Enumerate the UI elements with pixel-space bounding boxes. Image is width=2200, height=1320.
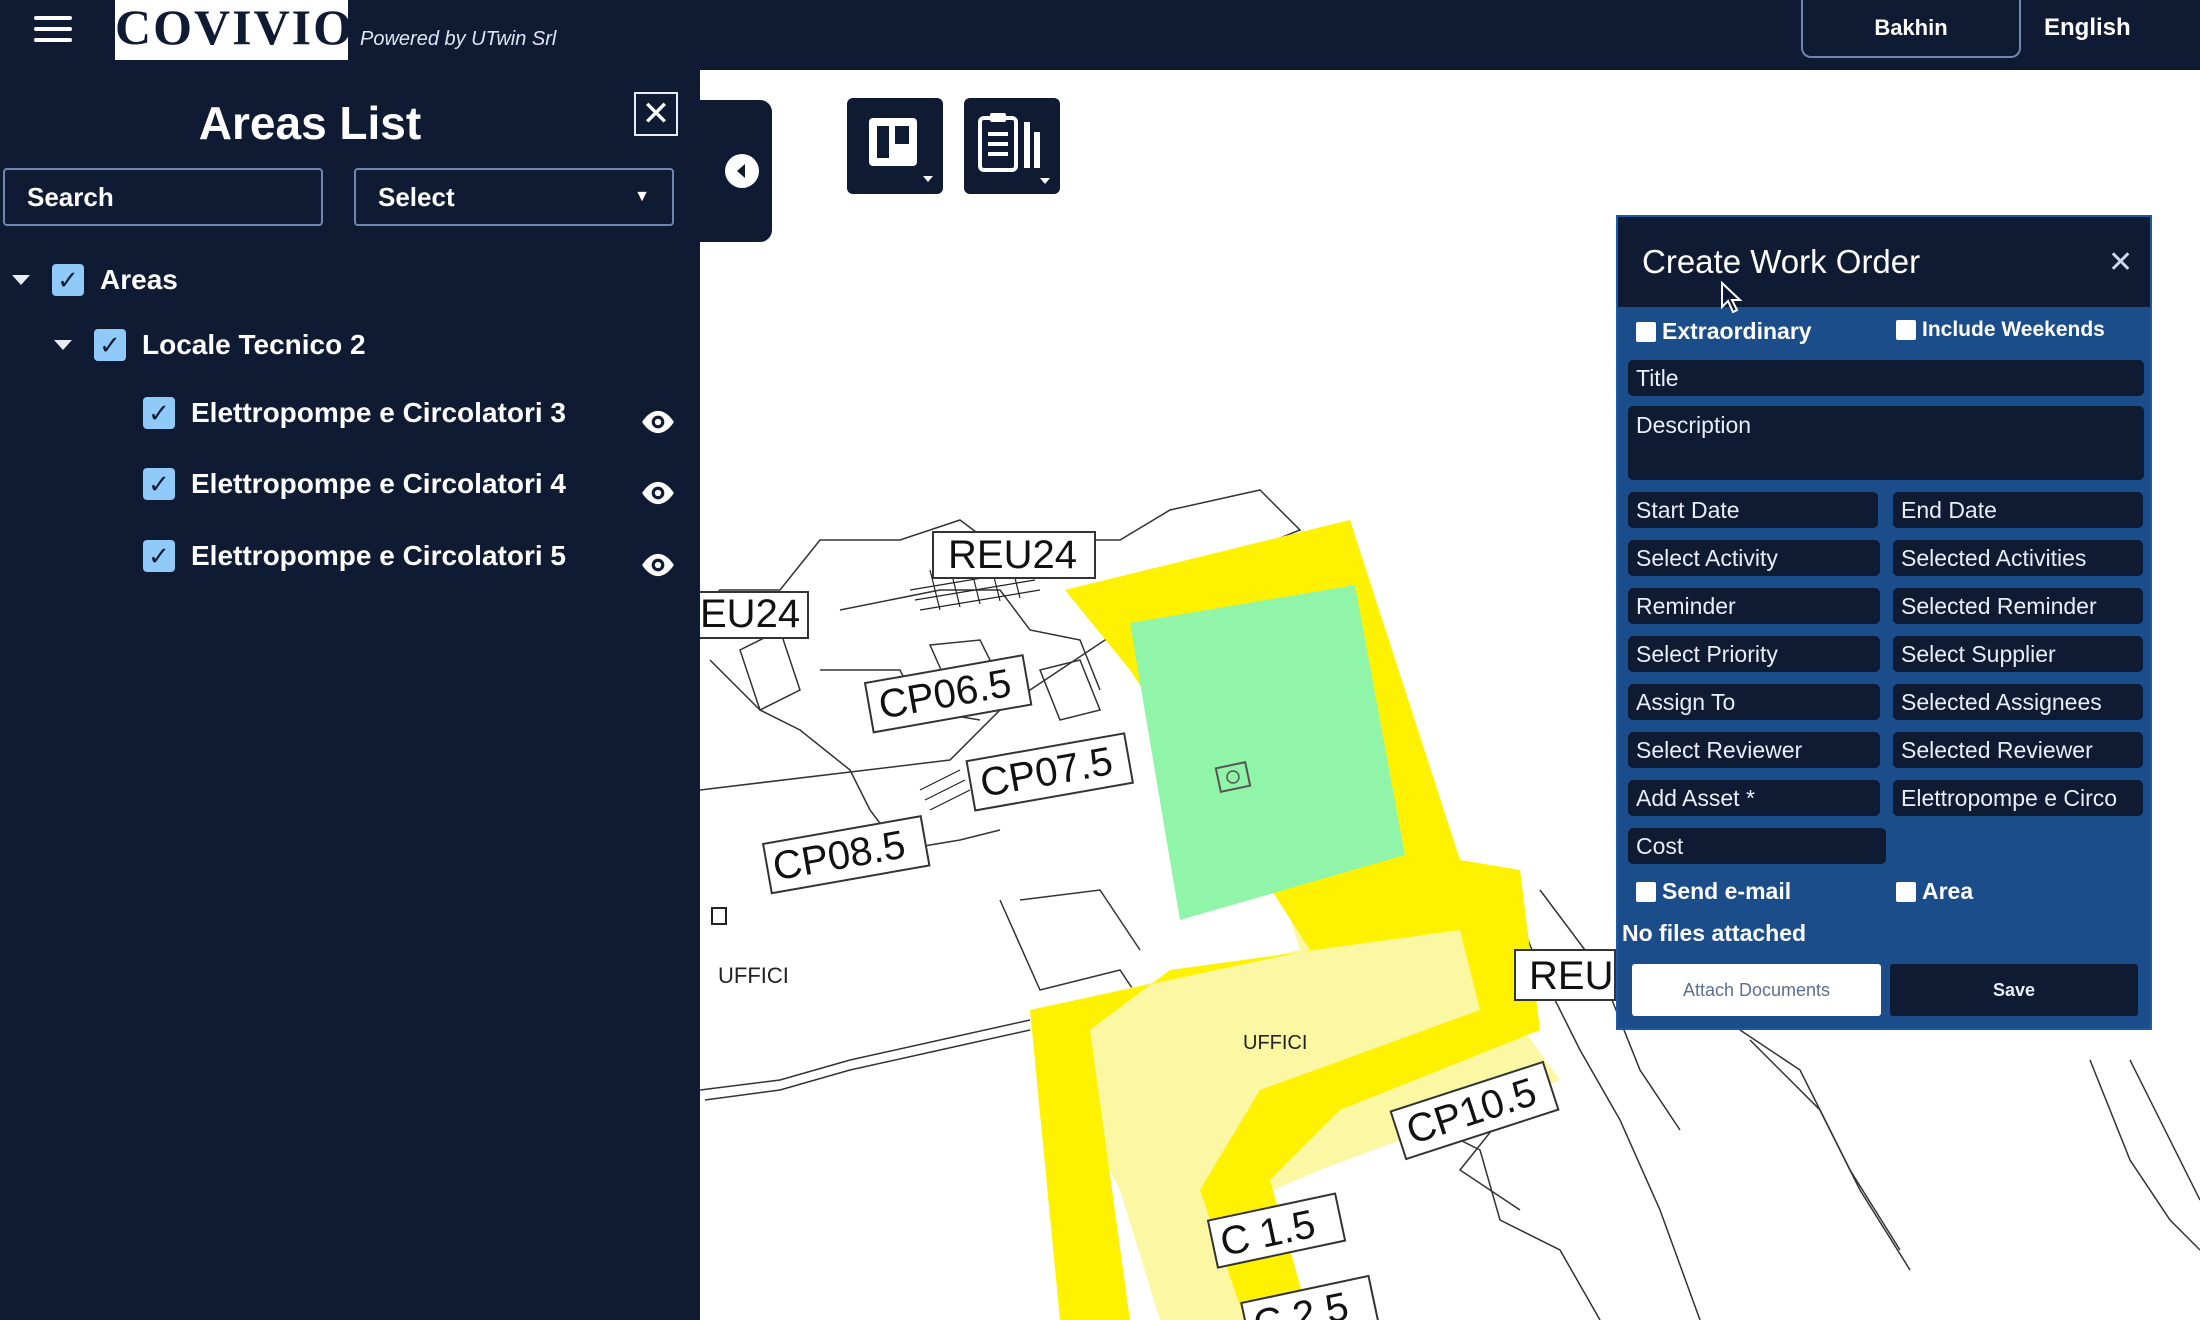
map-label-reu-right: REU — [1529, 954, 1613, 998]
checkbox-group[interactable]: ✓ — [94, 329, 126, 361]
collapse-arrow-icon[interactable] — [725, 154, 759, 188]
attach-documents-button[interactable]: Attach Documents — [1632, 964, 1881, 1016]
checkbox-box[interactable] — [1636, 321, 1656, 342]
select-reviewer-field[interactable]: Select Reviewer — [1628, 732, 1880, 768]
visibility-eye-icon[interactable] — [639, 474, 677, 512]
tree-label: Locale Tecnico 2 — [142, 329, 366, 360]
area-checkbox[interactable]: Area — [1896, 878, 1973, 905]
checkbox-item[interactable]: ✓ — [143, 397, 175, 429]
reminder-field[interactable]: Reminder — [1628, 588, 1880, 624]
checkbox-item[interactable]: ✓ — [143, 468, 175, 500]
title-field[interactable]: Title — [1628, 360, 2144, 396]
map-label-uffici: UFFICI — [718, 963, 789, 988]
add-asset-field[interactable]: Add Asset * — [1628, 780, 1880, 816]
tree-label: Areas — [100, 264, 178, 295]
map-label-reu24-left: EU24 — [700, 592, 800, 636]
description-field[interactable]: Description — [1628, 406, 2144, 480]
tree-item-label: Elettropompe e Circolatori 4 — [191, 468, 566, 499]
expand-caret-icon[interactable] — [12, 275, 30, 285]
visibility-eye-icon[interactable] — [639, 403, 677, 441]
visibility-eye-icon[interactable] — [639, 546, 677, 584]
checkbox-item[interactable]: ✓ — [143, 540, 175, 572]
tree-item[interactable]: ✓ Elettropompe e Circolatori 3 — [143, 393, 566, 433]
checkbox-box[interactable] — [1636, 881, 1656, 902]
sidebar-close-button[interactable]: ✕ — [634, 92, 678, 136]
select-priority-field[interactable]: Select Priority — [1628, 636, 1880, 672]
map-label-reu24: REU24 — [948, 533, 1077, 577]
sidebar-collapse-tab[interactable] — [700, 100, 772, 242]
select-label: Select — [378, 181, 455, 212]
tree-item-label: Elettropompe e Circolatori 5 — [191, 540, 566, 571]
tree-node-areas[interactable]: ✓ Areas — [12, 260, 178, 300]
sidebar-title: Areas List — [198, 97, 422, 149]
search-input[interactable] — [3, 168, 323, 226]
tree-node-group[interactable]: ✓ Locale Tecnico 2 — [54, 325, 366, 365]
close-icon[interactable]: ✕ — [2108, 245, 2133, 280]
areas-sidebar: Areas List ✕ Select ▼ ✓ Areas ✓ Locale T… — [0, 70, 700, 1320]
checkbox-label: Extraordinary — [1662, 318, 1812, 344]
logo: COVIVIO — [115, 0, 348, 60]
menu-icon[interactable] — [34, 16, 72, 46]
expand-caret-icon[interactable] — [54, 340, 72, 350]
send-email-checkbox[interactable]: Send e-mail — [1636, 878, 1791, 905]
extraordinary-checkbox[interactable]: Extraordinary — [1636, 318, 1812, 345]
selected-assignees-field[interactable]: Selected Assignees — [1893, 684, 2143, 720]
select-activity-field[interactable]: Select Activity — [1628, 540, 1880, 576]
checkbox-label: Include Weekends — [1922, 318, 2105, 341]
start-date-field[interactable]: Start Date — [1628, 492, 1878, 528]
panel-title: Create Work Order — [1642, 243, 1921, 280]
dropdown-arrow-icon: ▼ — [634, 188, 650, 205]
close-icon: ✕ — [641, 95, 671, 133]
selected-activities-field[interactable]: Selected Activities — [1893, 540, 2143, 576]
checkbox-label: Send e-mail — [1662, 878, 1792, 904]
select-supplier-field[interactable]: Select Supplier — [1893, 636, 2143, 672]
top-action-button[interactable]: Bakhin — [1801, 0, 2021, 58]
checkbox-label: Area — [1922, 878, 1974, 904]
asset-value-field[interactable]: Elettropompe e Circo — [1893, 780, 2143, 816]
no-files-text: No files attached — [1622, 920, 1807, 946]
mouse-cursor-icon — [1721, 281, 1743, 314]
tree-item[interactable]: ✓ Elettropompe e Circolatori 5 — [143, 536, 566, 576]
map-label-uffici-center: UFFICI — [1243, 1032, 1307, 1054]
include-weekends-checkbox[interactable]: Include Weekends — [1896, 318, 2105, 342]
assign-to-field[interactable]: Assign To — [1628, 684, 1880, 720]
tree-item[interactable]: ✓ Elettropompe e Circolatori 4 — [143, 464, 566, 504]
checkbox-areas[interactable]: ✓ — [52, 264, 84, 296]
end-date-field[interactable]: End Date — [1893, 492, 2143, 528]
panel-header: Create Work Order ✕ — [1618, 217, 2150, 307]
cost-field[interactable]: Cost — [1628, 828, 1886, 864]
checkbox-box[interactable] — [1896, 881, 1916, 902]
selected-reminder-field[interactable]: Selected Reminder — [1893, 588, 2143, 624]
select-dropdown[interactable]: Select ▼ — [354, 168, 674, 226]
top-bar: COVIVIO Powered by UTwin Srl Bakhin Engl… — [0, 0, 2200, 70]
clipboard-tools-icon — [978, 113, 1050, 184]
language-selector[interactable]: English — [2044, 14, 2131, 42]
tree-item-label: Elettropompe e Circolatori 3 — [191, 397, 566, 428]
work-order-tool-button[interactable] — [964, 98, 1060, 194]
board-icon — [869, 118, 933, 182]
save-button[interactable]: Save — [1890, 964, 2138, 1016]
layout-tool-button[interactable] — [847, 98, 943, 194]
selected-reviewer-field[interactable]: Selected Reviewer — [1893, 732, 2143, 768]
powered-by-text: Powered by UTwin Srl — [360, 28, 557, 50]
checkbox-box[interactable] — [1896, 320, 1916, 340]
